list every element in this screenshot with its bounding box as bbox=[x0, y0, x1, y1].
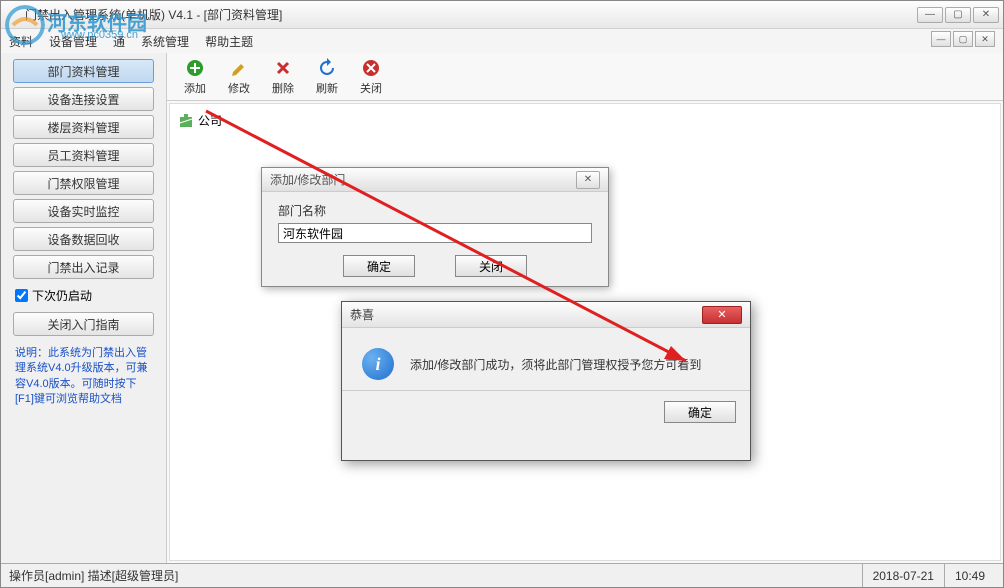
menu-system[interactable]: 系统管理 bbox=[141, 33, 189, 50]
dialog1-ok-button[interactable]: 确定 bbox=[343, 255, 415, 277]
child-minimize-button[interactable]: — bbox=[931, 31, 951, 47]
sidebar-item-monitor[interactable]: 设备实时监控 bbox=[13, 199, 154, 223]
status-operator: 操作员[admin] 描述[超级管理员] bbox=[9, 567, 862, 584]
main-window: 河东软件园 www.pc0359.cn 门禁出入管理系统(单机版) V4.1 -… bbox=[0, 0, 1004, 588]
window-title: 门禁出入管理系统(单机版) V4.1 - [部门资料管理] bbox=[5, 6, 917, 23]
toolbar-delete-button[interactable]: 删除 bbox=[265, 58, 301, 96]
status-time: 10:49 bbox=[944, 564, 995, 587]
status-date: 2018-07-21 bbox=[862, 564, 944, 587]
dialog1-cancel-button[interactable]: 关闭 bbox=[455, 255, 527, 277]
sidebar-item-employee[interactable]: 员工资料管理 bbox=[13, 143, 154, 167]
menu-device[interactable]: 设备管理 bbox=[49, 33, 97, 50]
sidebar-item-access[interactable]: 门禁权限管理 bbox=[13, 171, 154, 195]
child-maximize-button[interactable]: ▢ bbox=[953, 31, 973, 47]
department-name-input[interactable] bbox=[278, 223, 592, 243]
close-icon bbox=[361, 58, 381, 78]
startup-checkbox-label: 下次仍启动 bbox=[32, 287, 92, 304]
add-icon bbox=[185, 58, 205, 78]
tree-root-label: 公司 bbox=[198, 112, 222, 129]
sidebar-item-department[interactable]: 部门资料管理 bbox=[13, 59, 154, 83]
toolbar-add-button[interactable]: 添加 bbox=[177, 58, 213, 96]
dialog2-ok-button[interactable]: 确定 bbox=[664, 401, 736, 423]
child-close-button[interactable]: ✕ bbox=[975, 31, 995, 47]
menu-help[interactable]: 帮助主题 bbox=[205, 33, 253, 50]
sidebar-item-close-guide[interactable]: 关闭入门指南 bbox=[13, 312, 154, 336]
sidebar-item-data-recover[interactable]: 设备数据回收 bbox=[13, 227, 154, 251]
department-name-label: 部门名称 bbox=[278, 202, 592, 219]
dialog2-title: 恭喜 bbox=[350, 306, 374, 323]
sidebar: 部门资料管理 设备连接设置 楼层资料管理 员工资料管理 门禁权限管理 设备实时监… bbox=[1, 53, 167, 563]
tree-root-node[interactable]: 公司 bbox=[176, 110, 994, 131]
sidebar-item-floor[interactable]: 楼层资料管理 bbox=[13, 115, 154, 139]
edit-icon bbox=[229, 58, 249, 78]
dialog1-close-button[interactable]: ✕ bbox=[576, 171, 600, 189]
sidebar-item-records[interactable]: 门禁出入记录 bbox=[13, 255, 154, 279]
toolbar-edit-button[interactable]: 修改 bbox=[221, 58, 257, 96]
delete-icon bbox=[273, 58, 293, 78]
maximize-button[interactable]: ▢ bbox=[945, 7, 971, 23]
status-bar: 操作员[admin] 描述[超级管理员] 2018-07-21 10:49 bbox=[1, 563, 1003, 587]
success-dialog: 恭喜 ✕ i 添加/修改部门成功，须将此部门管理权授予您方可看到 确定 bbox=[341, 301, 751, 461]
menu-pass[interactable]: 通 bbox=[113, 33, 125, 50]
menu-bar: 资料 设备管理 通 系统管理 帮助主题 — ▢ ✕ bbox=[1, 29, 1003, 53]
dialog2-message: 添加/修改部门成功，须将此部门管理权授予您方可看到 bbox=[410, 356, 701, 373]
sidebar-item-device-conn[interactable]: 设备连接设置 bbox=[13, 87, 154, 111]
refresh-icon bbox=[317, 58, 337, 78]
toolbar-refresh-button[interactable]: 刷新 bbox=[309, 58, 345, 96]
minimize-button[interactable]: — bbox=[917, 7, 943, 23]
toolbar: 添加 修改 删除 刷新 关闭 bbox=[167, 53, 1003, 101]
title-bar: 门禁出入管理系统(单机版) V4.1 - [部门资料管理] — ▢ ✕ bbox=[1, 1, 1003, 29]
add-edit-department-dialog: 添加/修改部门 ✕ 部门名称 确定 关闭 bbox=[261, 167, 609, 287]
info-icon: i bbox=[362, 348, 394, 380]
sidebar-info-text: 说明：此系统为门禁出入管理系统V4.0升级版本，可兼容V4.0版本。可随时按下[… bbox=[13, 340, 154, 414]
menu-data[interactable]: 资料 bbox=[9, 33, 33, 50]
company-icon bbox=[178, 113, 194, 129]
close-button[interactable]: ✕ bbox=[973, 7, 999, 23]
startup-checkbox[interactable] bbox=[15, 289, 28, 302]
toolbar-close-button[interactable]: 关闭 bbox=[353, 58, 389, 96]
dialog2-close-button[interactable]: ✕ bbox=[702, 306, 742, 324]
dialog1-title: 添加/修改部门 bbox=[270, 171, 345, 188]
